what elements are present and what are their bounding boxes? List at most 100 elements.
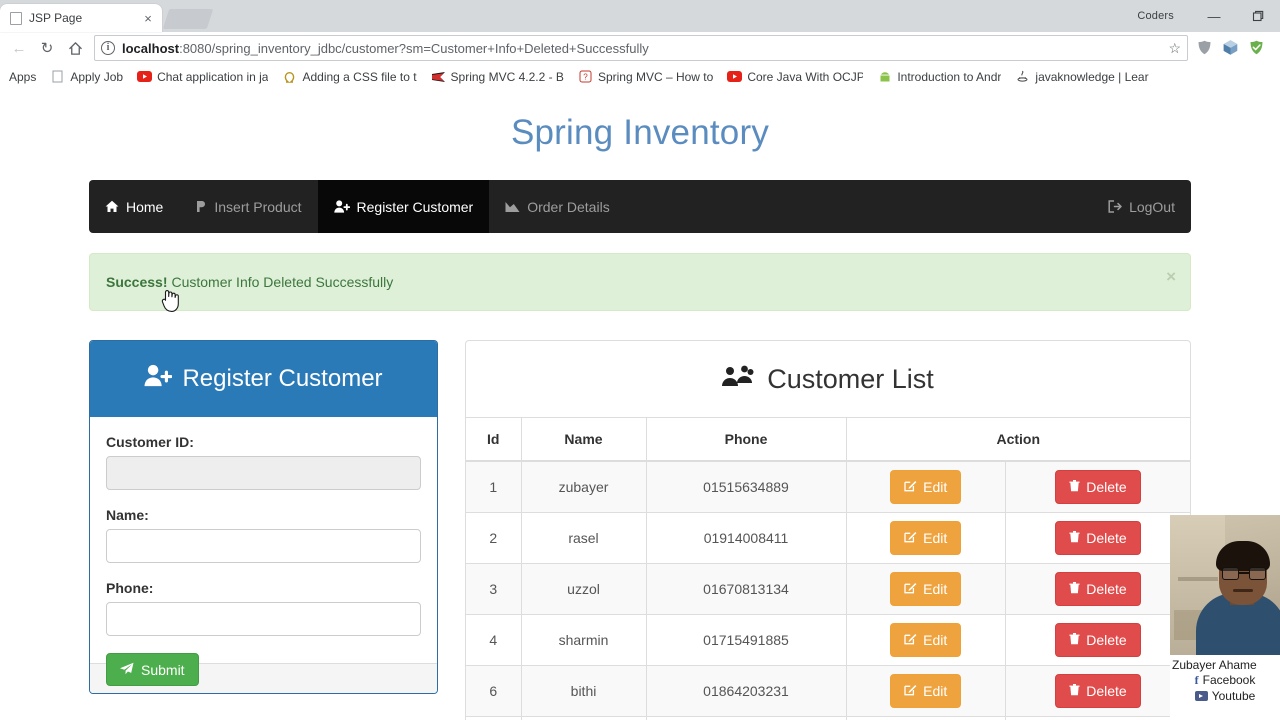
cell-id [466,716,522,720]
cell-delete: Delete [1005,614,1190,666]
facebook-icon: f [1194,673,1199,687]
youtube-icon [727,69,743,84]
person-glasses [1222,567,1266,580]
reload-button[interactable]: ↻ [34,35,60,61]
bookmark-intro-android[interactable]: Introduction to Andr [870,69,1008,84]
new-tab-button[interactable] [162,9,214,29]
site-info-icon[interactable]: i [101,41,115,55]
name-input[interactable] [106,529,421,563]
browser-window: JSP Page × Coders — ← ↻ i localhost:8080… [0,0,1280,720]
delete-button[interactable]: Delete [1055,470,1141,504]
delete-button[interactable]: Delete [1055,521,1141,555]
register-customer-title: Register Customer [182,365,383,392]
register-customer-header: Register Customer [90,341,437,417]
youtube-link[interactable]: Youtube [1170,688,1280,704]
cell-edit: Edit [846,461,1006,513]
edit-icon [904,683,917,699]
bookmark-adding-css[interactable]: Adding a CSS file to t [275,69,423,84]
edit-button[interactable]: Edit [890,572,962,606]
nav-item-logout[interactable]: LogOut [1092,180,1191,233]
back-button[interactable]: ← [6,35,32,61]
user-plus-icon [333,200,350,213]
edit-label: Edit [923,632,948,648]
cell-delete: Delete [1005,461,1190,513]
cell-edit: Edit [846,512,1006,564]
alert-text: Success! Customer Info Deleted Successful… [106,274,393,290]
bookmark-label: Spring MVC 4.2.2 - B [450,69,564,84]
customer-list-title: Customer List [767,363,934,394]
customer-table: Id Name Phone Action 1 zubayer 015156348… [466,418,1190,720]
android-icon [877,69,892,84]
youtube-icon [1194,691,1208,701]
bookmark-label: Core Java With OCJP [747,69,864,84]
omega-icon [282,69,297,84]
edit-button[interactable]: Edit [890,623,962,657]
edit-icon [904,581,917,597]
edit-button[interactable]: Edit [890,674,962,708]
edit-button[interactable]: Edit [890,470,962,504]
bookmark-label: Adding a CSS file to t [302,69,417,84]
cell-name: zubayer [521,461,647,513]
webcam-video [1170,515,1280,655]
home-button[interactable] [62,35,88,61]
bookmark-spring-mvc-422[interactable]: Spring MVC 4.2.2 - B [424,69,571,84]
nav-item-home[interactable]: Home [89,180,179,233]
close-icon[interactable]: × [140,11,156,26]
bookmark-label: Introduction to Andr [897,69,1002,84]
cell-id: 3 [466,563,522,615]
col-header-id: Id [466,418,522,462]
edit-button[interactable]: Edit [890,521,962,555]
table-row: 3 uzzol 01670813134 Edit Delete [466,563,1190,615]
trash-icon [1069,683,1080,699]
submit-button[interactable]: Submit [106,653,199,686]
cell-delete: Delete [1005,665,1190,717]
table-row: Edit Delete [466,716,1190,720]
nav-item-register-customer[interactable]: Register Customer [317,180,490,233]
trash-icon [1069,581,1080,597]
delete-button[interactable]: Delete [1055,674,1141,708]
main-navbar: Home Insert Product Register Customer Or… [89,180,1191,233]
cell-edit: Edit [846,563,1006,615]
delete-label: Delete [1086,479,1127,495]
page-icon [10,11,22,25]
alert-close-icon[interactable]: × [1166,267,1176,287]
minimize-button[interactable]: — [1192,0,1236,32]
bookmark-star-icon[interactable]: ☆ [1168,40,1181,57]
shield-gray-icon[interactable] [1196,39,1214,57]
delete-button[interactable]: Delete [1055,572,1141,606]
shield-green-icon[interactable] [1248,39,1266,57]
nav-item-insert-product[interactable]: Insert Product [179,180,317,233]
maximize-button[interactable] [1236,0,1280,32]
paper-plane-icon [120,662,134,678]
browser-tab[interactable]: JSP Page × [0,4,162,32]
bookmark-apps[interactable]: Apps [2,70,43,84]
delete-label: Delete [1086,581,1127,597]
trash-icon [1069,479,1080,495]
delete-button[interactable]: Delete [1055,623,1141,657]
cell-phone: 01715491885 [646,614,847,666]
cell-name: rasel [521,512,647,564]
cube-blue-icon[interactable] [1222,39,1240,57]
cell-edit: Edit [846,716,1006,720]
nav-label: Insert Product [214,198,302,215]
cell-id: 4 [466,614,522,666]
address-bar[interactable]: i localhost:8080/spring_inventory_jdbc/c… [94,35,1188,61]
facebook-link[interactable]: f Facebook [1170,672,1280,688]
customer-id-input[interactable] [106,456,421,490]
bookmark-core-java-ocjp[interactable]: Core Java With OCJP [720,69,870,84]
bookmark-javaknowledge[interactable]: javaknowledge | Lear [1008,69,1155,84]
bookmark-apply-job[interactable]: Apply Job [43,69,130,84]
bookmark-chat-application[interactable]: Chat application in ja [130,69,275,84]
alert-strong: Success! [106,274,168,290]
nav-label: LogOut [1129,198,1175,215]
bookmark-spring-mvc-howto[interactable]: ? Spring MVC – How to [571,69,720,84]
bookmark-label: javaknowledge | Lear [1035,69,1149,84]
phone-input[interactable] [106,602,421,636]
submit-label: Submit [141,661,185,678]
cell-edit: Edit [846,614,1006,666]
page-viewport: Spring Inventory Home Insert Product Reg… [0,88,1280,720]
nav-item-order-details[interactable]: Order Details [489,180,625,233]
profile-name[interactable]: Coders [1137,10,1174,22]
content-row: Register Customer Customer ID: Name: Pho… [89,340,1191,720]
cell-name [521,716,647,720]
